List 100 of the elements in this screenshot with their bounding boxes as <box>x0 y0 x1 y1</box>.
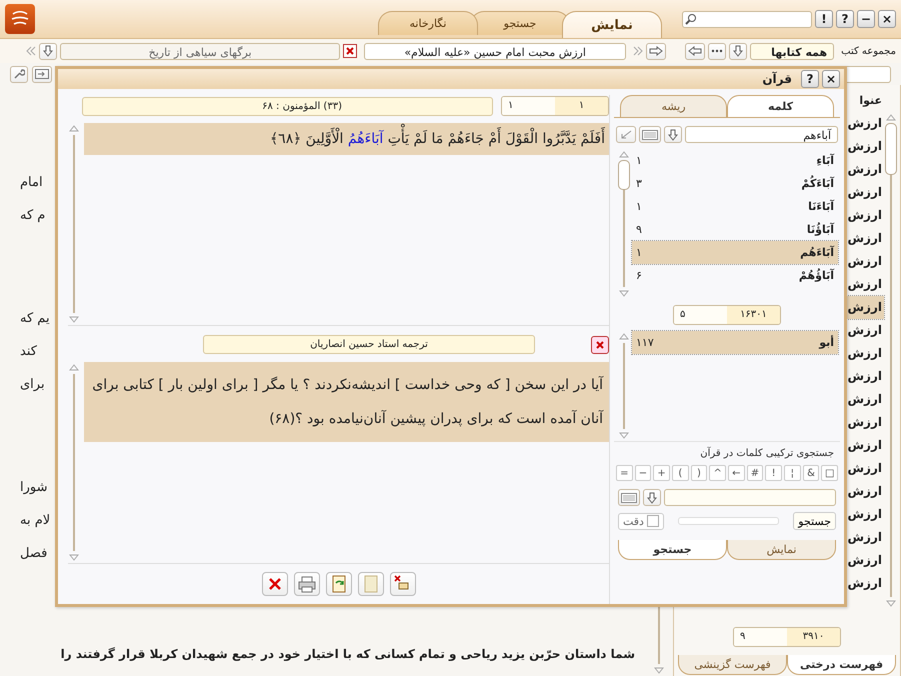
list-item[interactable]: ارزش <box>846 273 884 296</box>
tab[interactable]: جستجو <box>618 540 727 560</box>
word-row[interactable]: آبَاءَنَا ۱ <box>632 195 838 218</box>
scroll-thumb[interactable] <box>885 123 897 175</box>
operator-button[interactable]: ! <box>765 465 782 481</box>
scroll-down-icon[interactable] <box>886 600 896 607</box>
list-item[interactable]: ارزش <box>846 434 884 457</box>
scroll-up-icon[interactable] <box>886 114 896 121</box>
operator-button[interactable]: ^ <box>709 465 726 481</box>
list-item[interactable]: ارزش <box>846 204 884 227</box>
operator-button[interactable]: & <box>802 465 820 481</box>
dropdown-button[interactable] <box>664 126 682 143</box>
dropdown-button[interactable] <box>39 42 58 60</box>
scroll-down-icon[interactable] <box>69 316 79 322</box>
scroll-down-icon[interactable] <box>619 432 629 439</box>
back-button[interactable] <box>685 42 706 60</box>
scroll-down-icon[interactable] <box>69 554 79 561</box>
print-button[interactable] <box>294 572 320 596</box>
tab[interactable]: کلمه <box>727 95 834 117</box>
word-row[interactable]: آبَاءَكُمْ ۳ <box>632 172 838 195</box>
double-chevron-icon[interactable] <box>26 46 36 56</box>
window-control-button[interactable]: ? <box>836 10 854 28</box>
collection-dropdown[interactable]: همه کتابها <box>750 42 834 60</box>
list-item[interactable]: ارزش <box>846 388 884 411</box>
list-item[interactable]: ارزش <box>846 227 884 250</box>
list-item[interactable]: ارزش <box>846 112 884 135</box>
operator-button[interactable]: # <box>746 465 764 481</box>
close-button[interactable] <box>262 572 288 596</box>
scroll-down-icon[interactable] <box>619 290 629 297</box>
word-search-field[interactable]: آباءهم <box>685 126 838 143</box>
list-item[interactable]: ارزش <box>846 181 884 204</box>
text-line: لام به <box>20 513 50 528</box>
dropdown-button[interactable] <box>729 42 748 60</box>
list-item[interactable]: ارزش <box>846 342 884 365</box>
operator-button[interactable]: ¦ <box>784 465 801 481</box>
scroll-up-icon[interactable] <box>69 125 79 132</box>
double-chevron-icon[interactable] <box>633 46 644 56</box>
list-item[interactable]: ارزش <box>846 158 884 181</box>
book-title-field[interactable]: ارزش محبت امام حسین «علیه السلام» <box>364 42 626 60</box>
precision-checkbox[interactable]: دقت <box>618 512 664 530</box>
operator-button[interactable]: □ <box>821 465 838 481</box>
book-title-field[interactable]: برگهای سیاهی از تاریخ <box>60 42 340 60</box>
dropdown-button[interactable] <box>643 489 661 506</box>
tab[interactable]: نمایش <box>562 11 662 38</box>
word-row[interactable]: آبَاؤُهُمْ ۶ <box>632 264 838 287</box>
keyboard-button[interactable] <box>639 126 661 143</box>
window-control-button[interactable]: × <box>822 70 840 88</box>
tab[interactable]: ریشه <box>620 95 727 117</box>
more-button[interactable] <box>708 42 726 60</box>
root-row[interactable]: أبو ۱۱۷ <box>632 331 838 354</box>
list-item[interactable]: ارزش <box>846 250 884 273</box>
wrench-button[interactable] <box>10 66 28 82</box>
list-item[interactable]: ارزش <box>846 572 884 595</box>
tab[interactable]: نمایش <box>727 540 836 560</box>
window-control-button[interactable]: ? <box>801 70 819 88</box>
operator-button[interactable]: − <box>634 465 652 481</box>
scroll-down-icon[interactable] <box>654 667 664 674</box>
unlink-button[interactable] <box>390 572 416 596</box>
close-button[interactable] <box>591 336 609 354</box>
exit-button[interactable] <box>32 66 52 82</box>
operator-button[interactable]: + <box>653 465 670 481</box>
operator-button[interactable]: ) <box>690 465 708 481</box>
forward-button[interactable] <box>646 42 666 60</box>
text-line: یم که <box>20 311 50 326</box>
operator-button[interactable]: = <box>616 465 633 481</box>
close-button[interactable] <box>343 44 358 58</box>
tab[interactable]: نگارخانه <box>378 11 478 35</box>
operator-button[interactable]: ( <box>672 465 689 481</box>
scroll-up-icon[interactable] <box>619 151 629 158</box>
scroll-up-icon[interactable] <box>619 333 629 340</box>
arrow-button[interactable] <box>616 126 636 143</box>
query-field[interactable] <box>664 489 836 506</box>
list-item[interactable]: ارزش <box>846 411 884 434</box>
word-row[interactable]: آبَاءَهُم ۱ <box>632 241 838 264</box>
document-button[interactable] <box>358 572 384 596</box>
list-item[interactable]: ارزش <box>846 503 884 526</box>
search-field[interactable] <box>682 10 812 28</box>
scroll-thumb[interactable] <box>618 160 630 190</box>
operator-button[interactable]: ← <box>728 465 745 481</box>
list-item[interactable]: ارزش <box>846 296 884 319</box>
refresh-document-button[interactable] <box>326 572 352 596</box>
list-item[interactable]: ارزش <box>846 365 884 388</box>
window-control-button[interactable]: − <box>857 10 875 28</box>
list-item[interactable]: ارزش <box>846 457 884 480</box>
checkbox[interactable] <box>646 515 659 527</box>
keyboard-button[interactable] <box>618 489 640 506</box>
list-item[interactable]: ارزش <box>846 135 884 158</box>
search-button[interactable]: جستجو <box>793 512 836 530</box>
window-control-button[interactable]: × <box>878 10 896 28</box>
window-control-button[interactable]: ! <box>815 10 833 28</box>
tab[interactable]: فهرست درختی <box>787 655 896 675</box>
word-count: ۱ <box>636 200 642 213</box>
list-item[interactable]: ارزش <box>846 549 884 572</box>
scroll-up-icon[interactable] <box>69 364 79 370</box>
list-item[interactable]: ارزش <box>846 526 884 549</box>
word-row[interactable]: آبَاؤُنَا ۹ <box>632 218 838 241</box>
tab[interactable]: فهرست گزینشی <box>678 655 787 675</box>
word-row[interactable]: آبَاءِ ۱ <box>632 149 838 172</box>
list-item[interactable]: ارزش <box>846 319 884 342</box>
list-item[interactable]: ارزش <box>846 480 884 503</box>
